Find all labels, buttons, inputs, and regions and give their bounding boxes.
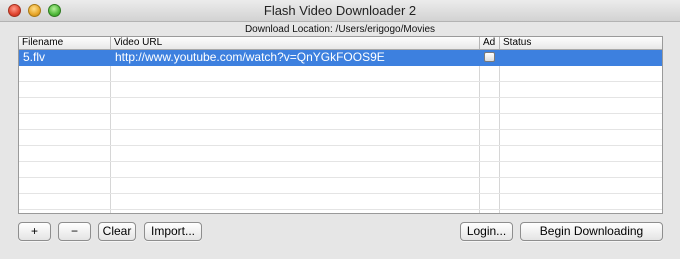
clear-button[interactable]: Clear <box>98 222 136 241</box>
window-title: Flash Video Downloader 2 <box>263 3 417 18</box>
empty-table-row <box>19 130 662 146</box>
empty-table-row <box>19 146 662 162</box>
empty-table-row <box>19 82 662 98</box>
empty-table-row <box>19 66 662 82</box>
download-location-label: Download Location: /Users/erigogo/Movies <box>244 24 436 35</box>
empty-table-row <box>19 178 662 194</box>
empty-table-row <box>19 114 662 130</box>
table-body: 5.flv http://www.youtube.com/watch?v=QnY… <box>19 50 662 213</box>
empty-table-row <box>19 98 662 114</box>
app-window: Flash Video Downloader 2 Download Locati… <box>0 0 680 259</box>
ad-checkbox[interactable] <box>484 52 495 62</box>
title-bar[interactable]: Flash Video Downloader 2 <box>0 0 680 22</box>
login-button[interactable]: Login... <box>460 222 513 241</box>
column-header-status[interactable]: Status <box>500 37 662 49</box>
empty-table-row <box>19 210 662 213</box>
column-header-video-url[interactable]: Video URL <box>111 37 480 49</box>
filename-cell[interactable]: 5.flv <box>19 50 111 65</box>
column-header-filename[interactable]: Filename <box>19 37 111 49</box>
empty-table-row <box>19 162 662 178</box>
begin-downloading-button[interactable]: Begin Downloading <box>520 222 663 241</box>
table-header: Filename Video URL Ad Status <box>19 37 662 50</box>
downloads-table[interactable]: Filename Video URL Ad Status 5.flv http:… <box>18 36 663 214</box>
add-button[interactable]: + <box>18 222 51 241</box>
import-button[interactable]: Import... <box>144 222 202 241</box>
ad-cell <box>480 50 500 65</box>
column-header-ad[interactable]: Ad <box>480 37 500 49</box>
empty-table-row <box>19 194 662 210</box>
video-url-cell[interactable]: http://www.youtube.com/watch?v=QnYGkFOOS… <box>111 50 480 65</box>
status-cell <box>500 50 662 65</box>
remove-button[interactable]: − <box>58 222 91 241</box>
table-row[interactable]: 5.flv http://www.youtube.com/watch?v=QnY… <box>19 50 662 66</box>
